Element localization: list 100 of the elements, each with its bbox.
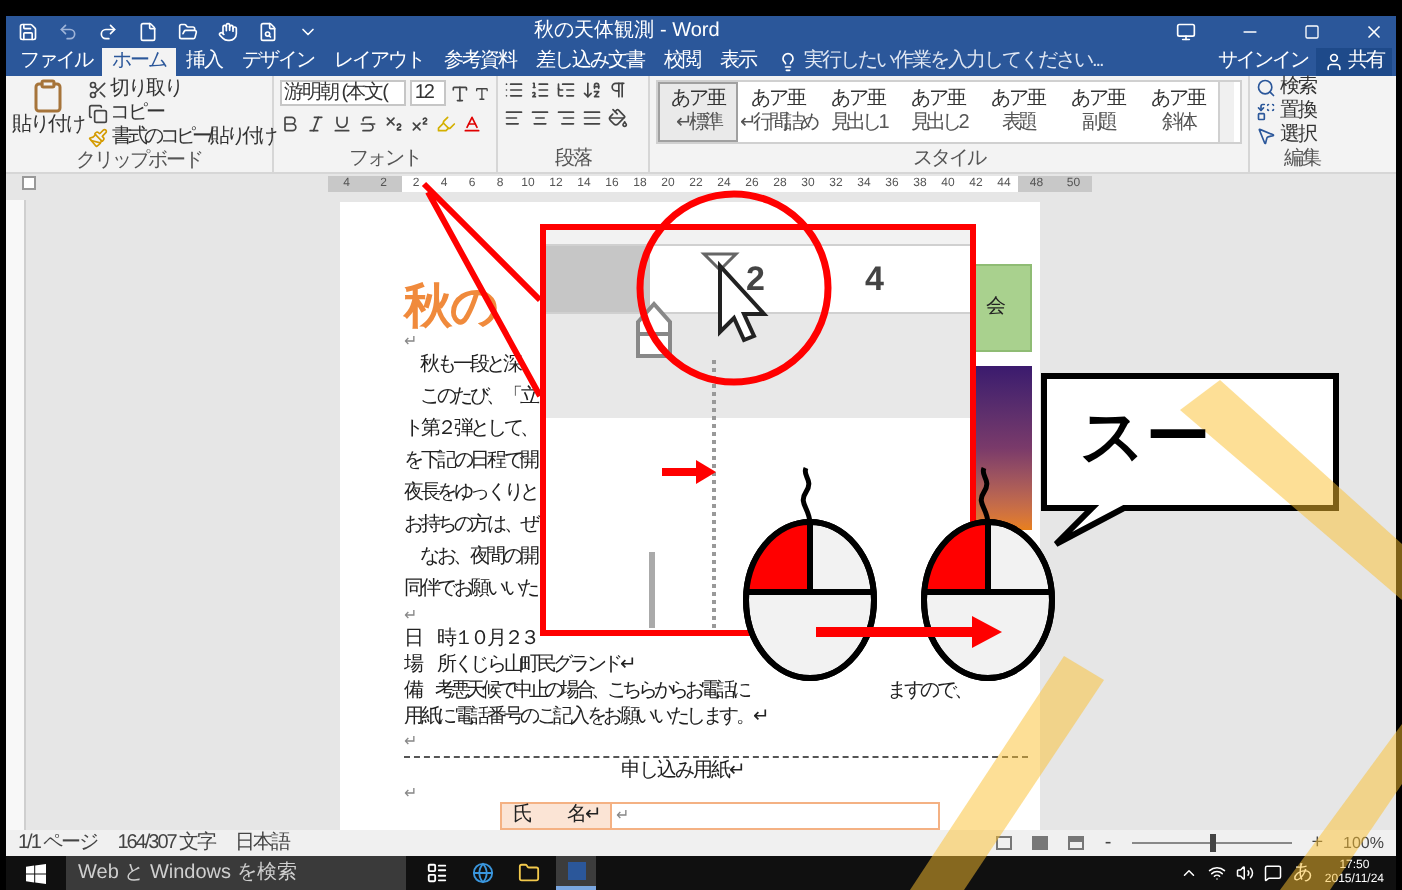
copy-button[interactable]: コピー	[88, 102, 274, 126]
share-button[interactable]: 共有	[1316, 48, 1392, 76]
ribbon-tab[interactable]: 校閲	[654, 48, 710, 76]
subscript-icon[interactable]	[384, 114, 404, 134]
style-name: 見出し 1	[830, 112, 886, 136]
ribbon-tab[interactable]: 参考資料	[434, 48, 526, 76]
align-right-icon[interactable]	[556, 108, 576, 128]
group-label: 段落	[553, 148, 594, 172]
hand-icon[interactable]	[218, 22, 238, 42]
body-text: を下記の日程で開	[404, 450, 537, 474]
style-item[interactable]: あア亜 ↵ 標準	[658, 82, 738, 142]
style-item[interactable]: あア亜 見出し 1	[818, 82, 898, 142]
word-count[interactable]: 164/307 文字	[117, 831, 216, 855]
task-view-icon[interactable]	[426, 862, 448, 884]
style-item[interactable]: あア亜 表題	[978, 82, 1058, 142]
body-text: ますので、	[887, 679, 971, 703]
sign-in-link[interactable]: サインイン	[1210, 48, 1316, 76]
group-label: フォント	[347, 148, 423, 172]
gallery-scrollbar[interactable]	[1218, 82, 1234, 142]
style-name: 表題	[1002, 112, 1034, 136]
align-center-icon[interactable]	[530, 108, 550, 128]
banner-text: 会	[986, 296, 1006, 320]
ribbon-tab[interactable]: デザイン	[232, 48, 324, 76]
chevron-up-icon[interactable]	[1180, 864, 1199, 882]
close-icon[interactable]	[1364, 22, 1384, 42]
font-color-icon[interactable]	[462, 114, 482, 134]
numbered-list-icon[interactable]	[530, 80, 550, 100]
style-sample: あア亜	[1071, 88, 1125, 112]
align-left-icon[interactable]	[504, 108, 524, 128]
bullet-list-icon[interactable]	[504, 80, 524, 100]
clipboard-icon	[30, 78, 66, 114]
ribbon-tab[interactable]: 差し込み文書	[526, 48, 654, 76]
pilcrow-icon[interactable]	[608, 80, 628, 100]
tab-marker-icon	[700, 252, 740, 273]
pointer-icon	[1256, 126, 1276, 146]
format-painter-button[interactable]: 書式のコピー/貼り付け	[88, 126, 274, 150]
body-text: 備 考悪天候で中止の場合、こちらからお電話に	[404, 679, 748, 703]
windows-logo-icon[interactable]	[26, 863, 46, 883]
superscript-icon[interactable]	[410, 114, 430, 134]
restore-icon[interactable]	[1304, 24, 1320, 40]
tab-selector[interactable]	[22, 176, 36, 190]
editing-button[interactable]: 検索	[1256, 76, 1348, 100]
web-layout-icon[interactable]	[1068, 836, 1085, 850]
underline-icon[interactable]	[332, 114, 352, 134]
strikethrough-icon[interactable]	[358, 114, 378, 134]
sort-icon[interactable]	[582, 80, 602, 100]
ime-indicator[interactable]: あ	[1292, 861, 1313, 885]
paste-button[interactable]: 貼り付け	[12, 78, 84, 150]
zoom-out-button[interactable]: -	[1104, 833, 1112, 853]
table-cell[interactable]: ↵	[612, 804, 938, 828]
bold-icon[interactable]	[280, 114, 300, 134]
ribbon-tab[interactable]: ホーム	[102, 48, 176, 76]
network-icon[interactable]	[1208, 864, 1227, 882]
cut-button[interactable]: 切り取り	[88, 78, 274, 102]
save-icon[interactable]	[18, 22, 38, 42]
style-name: 斜体	[1162, 112, 1194, 136]
word-app-icon[interactable]	[556, 856, 596, 890]
print-layout-icon[interactable]	[1032, 836, 1049, 850]
multilevel-list-icon[interactable]	[556, 80, 576, 100]
style-name: ↵ 標準	[676, 112, 720, 136]
justify-icon[interactable]	[582, 108, 602, 128]
group-label: 編集	[1282, 148, 1323, 172]
ribbon-display-icon[interactable]	[1176, 22, 1196, 42]
grow-font-icon[interactable]	[450, 83, 471, 103]
notification-icon[interactable]	[1264, 864, 1283, 882]
editing-button[interactable]: 選択	[1256, 124, 1348, 148]
shrink-font-icon[interactable]	[474, 85, 490, 101]
replace-icon	[1256, 102, 1276, 122]
language-status[interactable]: 日本語	[235, 831, 290, 855]
new-document-icon[interactable]	[138, 22, 158, 42]
italic-icon[interactable]	[306, 114, 326, 134]
font-size-field[interactable]: 12	[410, 80, 447, 106]
search-icon	[1256, 78, 1276, 98]
folder-icon[interactable]	[518, 862, 540, 884]
style-item[interactable]: あア亜 見出し 2	[898, 82, 978, 142]
speaker-icon[interactable]	[1236, 864, 1255, 882]
redo-icon[interactable]	[98, 22, 118, 42]
person-icon[interactable]	[1324, 52, 1344, 72]
page-count[interactable]: 1/1 ページ	[18, 831, 98, 855]
style-item[interactable]: あア亜 ↵ 行間詰め	[738, 82, 818, 142]
read-mode-icon[interactable]	[996, 836, 1013, 850]
style-sample: あア亜	[831, 88, 885, 111]
undo-icon[interactable]	[58, 22, 78, 42]
shading-icon[interactable]	[608, 108, 628, 128]
form-label: 氏 名↵	[513, 804, 599, 828]
font-name-field[interactable]: 游明朝 (本文(	[280, 80, 407, 106]
tell-me-field[interactable]: 実行したい作業を入力してください...	[778, 48, 1103, 76]
style-name: 見出し 2	[910, 112, 966, 136]
ribbon-tab[interactable]: 挿入	[176, 48, 232, 76]
body-text: 夜長をゆっくりと	[404, 482, 537, 506]
editing-button[interactable]: 置換	[1256, 100, 1348, 124]
browser-icon[interactable]	[472, 862, 494, 884]
ribbon-tab[interactable]: 表示	[710, 48, 766, 76]
ribbon-tab[interactable]: レイアウト	[324, 48, 434, 76]
print-preview-icon[interactable]	[258, 22, 278, 42]
zoom-slider-thumb[interactable]	[1209, 834, 1216, 852]
ribbon-tab[interactable]: ファイル	[10, 48, 102, 76]
style-item[interactable]: あア亜 副題	[1058, 82, 1138, 142]
taskbar-search-field[interactable]: Web と Windows を検索	[66, 856, 406, 890]
style-item[interactable]: あア亜 斜体	[1138, 82, 1218, 142]
